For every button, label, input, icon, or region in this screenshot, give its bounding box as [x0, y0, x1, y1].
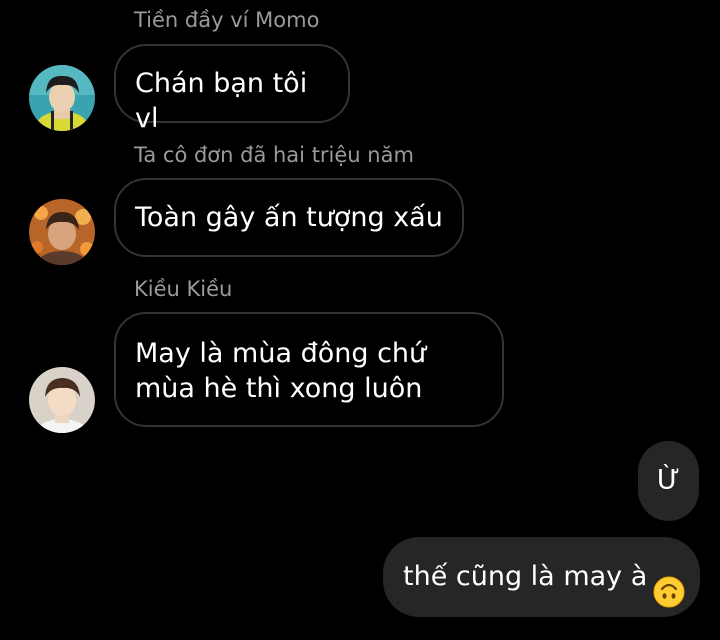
avatar[interactable] — [29, 199, 95, 265]
avatar-image — [29, 367, 95, 433]
outgoing-message-bubble[interactable]: thế cũng là may à — [383, 537, 700, 617]
upside-down-face-icon — [653, 560, 685, 607]
message-bubble[interactable]: Chán bạn tôi vl — [114, 44, 350, 134]
message-bubble[interactable]: May là mùa đông chứ mùa hè thì xong luôn — [114, 312, 504, 427]
avatar-image — [29, 65, 95, 131]
message-text: Chán bạn tôi vl — [135, 68, 308, 134]
message-text: thế cũng là may à — [403, 561, 648, 592]
sender-name: Tiền đầy ví Momo — [134, 8, 320, 32]
outgoing-message-bubble[interactable]: Ừ — [638, 441, 699, 521]
sender-name: Kiều Kiều — [134, 277, 233, 301]
avatar[interactable] — [29, 65, 95, 131]
avatar-image — [29, 199, 95, 265]
message-bubble[interactable]: Toàn gây ấn tượng xấu — [114, 178, 464, 257]
sender-name: Ta cô đơn đã hai triệu năm — [134, 143, 414, 167]
message-text: Toàn gây ấn tượng xấu — [135, 202, 443, 233]
message-text: Ừ — [656, 465, 681, 496]
message-text-line: mùa hè thì xong luôn — [135, 373, 423, 404]
avatar[interactable] — [29, 367, 95, 433]
message-text-line: May là mùa đông chứ — [135, 338, 427, 369]
